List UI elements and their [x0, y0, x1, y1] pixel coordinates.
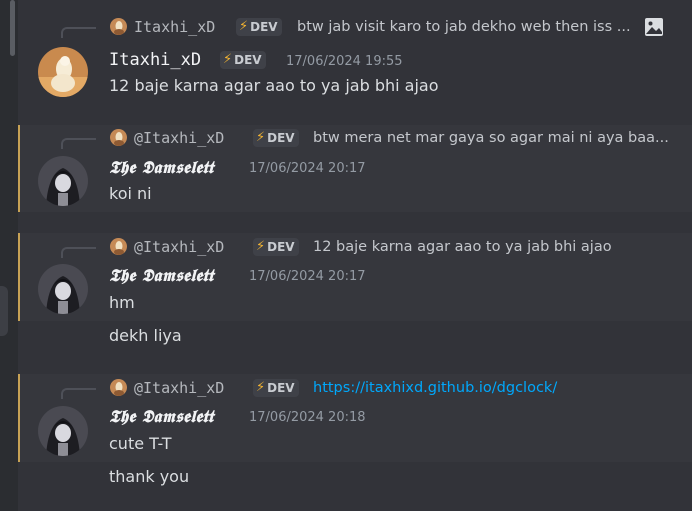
message-author[interactable]: Itaxhi_xD	[109, 49, 201, 71]
message-timestamp[interactable]: 17/06/2024 20:17	[249, 160, 366, 178]
image-icon	[644, 17, 664, 37]
reply-preview[interactable]: Itaxhi_xD ⚡ DEV btw jab visit karo to ja…	[18, 16, 692, 38]
reply-preview[interactable]: @Itaxhi_xD ⚡ DEV https://itaxhixd.github…	[18, 377, 692, 399]
reply-avatar[interactable]	[110, 18, 127, 35]
scrollbar-thumb[interactable]	[10, 0, 15, 56]
reply-text[interactable]: 12 baje karna agar aao to ya jab bhi aja…	[313, 238, 612, 256]
message-item[interactable]: @Itaxhi_xD ⚡ DEV https://itaxhixd.github…	[18, 374, 692, 462]
message-item[interactable]: @Itaxhi_xD ⚡ DEV btw mera net mar gaya s…	[18, 125, 692, 212]
reply-author[interactable]: @Itaxhi_xD	[134, 379, 224, 397]
message-timestamp[interactable]: 17/06/2024 20:18	[249, 409, 366, 427]
message-item[interactable]: @Itaxhi_xD ⚡ DEV 12 baje karna agar aao …	[18, 233, 692, 321]
reply-text[interactable]: btw mera net mar gaya so agar mai ni aya…	[313, 129, 669, 147]
reply-link[interactable]: https://itaxhixd.github.io/dgclock/	[313, 379, 557, 397]
channel-sidebar-edge	[0, 0, 18, 511]
message-text: hm	[109, 293, 135, 312]
chat-view: Itaxhi_xD ⚡ DEV btw jab visit karo to ja…	[0, 0, 692, 511]
user-avatar[interactable]	[38, 406, 88, 456]
dev-tag: ⚡ DEV	[253, 238, 299, 256]
reply-preview[interactable]: @Itaxhi_xD ⚡ DEV btw mera net mar gaya s…	[18, 127, 692, 149]
message-author[interactable]: 𝕿𝖍𝖊 𝕯𝖆𝖒𝖘𝖊𝖑𝖊𝖙𝖙	[109, 406, 214, 428]
lightning-icon: ⚡	[256, 239, 266, 254]
reply-text[interactable]: btw jab visit karo to jab dekho web then…	[297, 18, 631, 36]
message-timestamp[interactable]: 17/06/2024 19:55	[286, 53, 403, 71]
message-author[interactable]: 𝕿𝖍𝖊 𝕯𝖆𝖒𝖘𝖊𝖑𝖊𝖙𝖙	[109, 157, 214, 179]
message-text: dekh liya	[109, 326, 182, 345]
reply-avatar[interactable]	[110, 238, 127, 255]
user-avatar[interactable]	[38, 156, 88, 206]
reply-avatar[interactable]	[110, 379, 127, 396]
reply-author[interactable]: @Itaxhi_xD	[134, 238, 224, 256]
dev-tag: ⚡ DEV	[253, 379, 299, 397]
lightning-icon: ⚡	[256, 380, 266, 395]
dev-tag: ⚡ DEV	[253, 129, 299, 147]
user-avatar[interactable]	[38, 47, 88, 97]
dev-tag: ⚡ DEV	[220, 51, 266, 69]
reply-spine	[61, 138, 96, 149]
reply-spine	[61, 27, 96, 38]
reply-spine	[61, 388, 96, 399]
sidebar-selected-indicator	[0, 286, 8, 336]
reply-preview[interactable]: @Itaxhi_xD ⚡ DEV 12 baje karna agar aao …	[18, 236, 692, 258]
message-text: koi ni	[109, 184, 152, 203]
user-avatar[interactable]	[38, 264, 88, 314]
message-timestamp[interactable]: 17/06/2024 20:17	[249, 268, 366, 286]
message-item[interactable]: Itaxhi_xD ⚡ DEV btw jab visit karo to ja…	[18, 0, 692, 117]
reply-author[interactable]: @Itaxhi_xD	[134, 129, 224, 147]
lightning-icon: ⚡	[256, 130, 266, 145]
lightning-icon: ⚡	[223, 52, 233, 67]
message-text: cute T-T	[109, 434, 172, 453]
message-text: 12 baje karna agar aao to ya jab bhi aja…	[109, 76, 439, 95]
dev-tag: ⚡ DEV	[236, 18, 282, 36]
reply-avatar[interactable]	[110, 129, 127, 146]
reply-spine	[61, 247, 96, 258]
lightning-icon: ⚡	[239, 19, 249, 34]
message-author[interactable]: 𝕿𝖍𝖊 𝕯𝖆𝖒𝖘𝖊𝖑𝖊𝖙𝖙	[109, 265, 214, 287]
reply-author[interactable]: Itaxhi_xD	[134, 18, 215, 36]
message-text: thank you	[109, 467, 190, 486]
